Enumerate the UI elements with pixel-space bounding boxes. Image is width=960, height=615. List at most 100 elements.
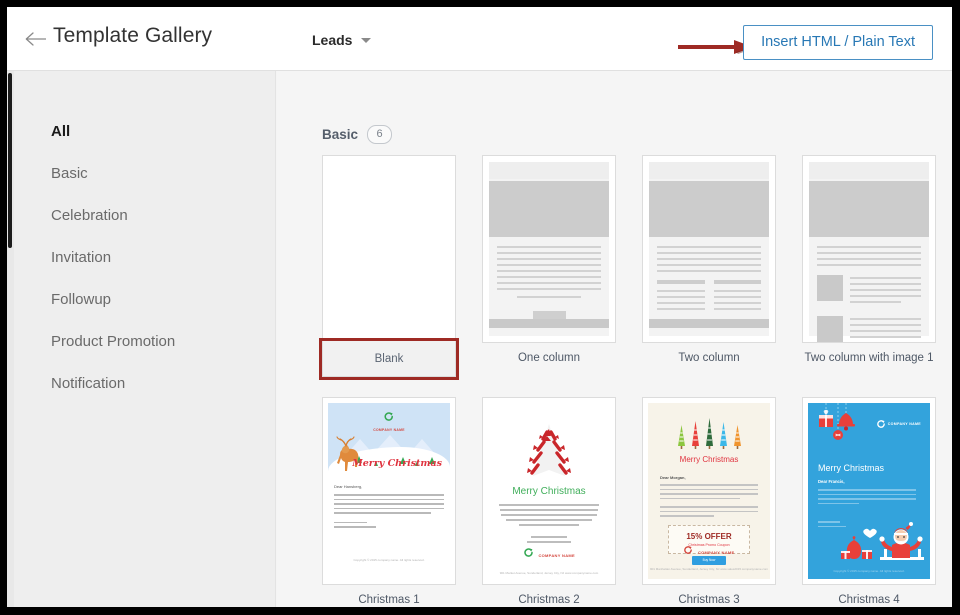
- hanging-ornaments-icon: [816, 403, 876, 453]
- christmas1-sky-scene: COMPANY NAME: [328, 403, 450, 473]
- template-thumbnail-christmas-1[interactable]: COMPANY NAME: [322, 397, 456, 585]
- wireframe-one-column: [489, 162, 609, 336]
- company-name-label: COMPANY NAME: [538, 553, 575, 558]
- template-card-blank[interactable]: Blank: [322, 155, 456, 377]
- sidebar-scrollbar-thumb[interactable]: [8, 73, 12, 248]
- template-row: Blank: [322, 155, 952, 377]
- wireframe-two-column-image: [809, 162, 929, 336]
- sidebar-item-celebration[interactable]: Celebration: [51, 207, 275, 224]
- tree-row: [648, 417, 770, 450]
- wireframe-columns: [657, 280, 761, 314]
- company-name-label: COMPANY NAME: [698, 550, 735, 555]
- logo-mark-icon: [876, 419, 886, 429]
- sidebar-item-invitation[interactable]: Invitation: [51, 249, 275, 266]
- company-logo: COMPANY NAME: [373, 409, 405, 432]
- category-list: All Basic Celebration Invitation Followu…: [51, 123, 275, 417]
- template-gallery-content: Basic 6 Blank: [277, 71, 952, 607]
- wireframe-image-row: [817, 275, 921, 307]
- chevron-down-icon: [361, 38, 371, 43]
- template-label: Christmas 4: [802, 594, 936, 606]
- wireframe-header-band: [809, 162, 929, 179]
- insert-html-plain-text-button[interactable]: Insert HTML / Plain Text: [743, 25, 933, 60]
- template-card-christmas-4[interactable]: COMPANY NAME Merry Christmas Dear Franci…: [802, 397, 936, 606]
- wireframe-text-block: [809, 237, 929, 343]
- tree-icon: [677, 424, 686, 450]
- sidebar-item-all[interactable]: All: [51, 123, 275, 140]
- wireframe-text-block: [489, 237, 609, 321]
- screenshot-frame: Template Gallery Leads Insert HTML / Pla…: [0, 0, 960, 615]
- template-label: Christmas 1: [322, 594, 456, 606]
- wireframe-image-row: [817, 316, 921, 343]
- template-card-christmas-2[interactable]: Merry Christmas: [482, 397, 616, 606]
- tree-icon: [719, 421, 728, 450]
- wireframe-header-band: [489, 162, 609, 179]
- merry-christmas-text: Merry Christmas: [483, 486, 615, 497]
- template-card-christmas-1[interactable]: COMPANY NAME: [322, 397, 456, 606]
- template-thumbnail-two-column[interactable]: [642, 155, 776, 343]
- module-selector-label: Leads: [312, 32, 352, 48]
- wireframe-hero-image: [809, 181, 929, 237]
- logo-mark-icon: [683, 545, 693, 555]
- logo-mark-icon: [383, 411, 394, 422]
- greeting-text: Dear Morgan,: [660, 475, 758, 480]
- tree-icon: [691, 420, 700, 450]
- template-thumbnail-one-column[interactable]: [482, 155, 616, 343]
- template-label: Christmas 2: [482, 594, 616, 606]
- merry-christmas-text: Merry Christmas: [352, 458, 442, 469]
- template-card-two-column[interactable]: Two column: [642, 155, 776, 377]
- wireframe-header-band: [649, 162, 769, 179]
- address-text: 901 Manhattan Avenue, Sunderland, Jersey…: [648, 567, 770, 572]
- greeting-text: Dear Hansberg,: [334, 484, 444, 489]
- christmas3-body: Dear Morgan,: [660, 475, 758, 520]
- wireframe-text-block: [649, 237, 769, 314]
- template-card-one-column[interactable]: One column: [482, 155, 616, 377]
- wireframe-two-column: [649, 162, 769, 336]
- merry-christmas-text: Merry Christmas: [818, 463, 884, 473]
- group-count-badge: 6: [367, 125, 392, 144]
- company-logo: COMPANY NAME: [483, 544, 615, 562]
- template-card-two-column-with-image[interactable]: Two column with image 1: [802, 155, 936, 377]
- app-window: Template Gallery Leads Insert HTML / Pla…: [7, 7, 952, 607]
- wireframe-hero-image: [649, 181, 769, 237]
- sidebar-item-notification[interactable]: Notification: [51, 375, 275, 392]
- template-label: Two column with image 1: [802, 352, 936, 364]
- christmas-tree-icon: [517, 420, 581, 480]
- greeting-text: Dear Francis,: [818, 479, 845, 484]
- christmas3-background: Merry Christmas Dear Morgan, 15% OFFER: [648, 403, 770, 579]
- wireframe-image-text: [850, 316, 921, 343]
- logo-mark-icon: [523, 547, 534, 558]
- sidebar-item-basic[interactable]: Basic: [51, 165, 275, 182]
- sidebar-item-followup[interactable]: Followup: [51, 291, 275, 308]
- company-name-label: COMPANY NAME: [888, 422, 921, 426]
- group-title: Basic: [322, 127, 358, 142]
- template-label: Two column: [642, 352, 776, 364]
- wireframe-footer-band: [649, 319, 769, 328]
- footer-text: Copyright © 2015 company name. All right…: [323, 558, 455, 562]
- template-row: COMPANY NAME: [322, 397, 952, 606]
- tree-icon: [705, 417, 714, 450]
- wireframe-thumbnail-image: [817, 275, 843, 301]
- template-thumbnail-two-column-with-image[interactable]: [802, 155, 936, 343]
- template-thumbnail-christmas-2[interactable]: Merry Christmas: [482, 397, 616, 585]
- sidebar-scrollbar[interactable]: [7, 71, 14, 607]
- app-header: Template Gallery Leads Insert HTML / Pla…: [7, 7, 952, 71]
- sidebar-item-product-promotion[interactable]: Product Promotion: [51, 333, 275, 350]
- back-arrow-icon[interactable]: [25, 31, 47, 47]
- wireframe-thumbnail-image: [817, 316, 843, 342]
- module-selector[interactable]: Leads: [312, 32, 371, 48]
- template-grid: Blank: [322, 155, 952, 606]
- template-card-christmas-3[interactable]: Merry Christmas Dear Morgan, 15% OFFER: [642, 397, 776, 606]
- wireframe-column-left: [657, 280, 705, 314]
- template-label: Christmas 3: [642, 594, 776, 606]
- offer-text: 15% OFFER: [669, 532, 749, 541]
- template-thumbnail-christmas-4[interactable]: COMPANY NAME Merry Christmas Dear Franci…: [802, 397, 936, 585]
- wireframe-footer-band: [489, 319, 609, 328]
- company-logo: COMPANY NAME: [648, 541, 770, 559]
- address-text: 901 Market Avenue, Sunderland, Jersey Ci…: [483, 571, 615, 576]
- company-name-label: COMPANY NAME: [373, 428, 405, 432]
- template-thumbnail-blank[interactable]: [322, 155, 456, 341]
- template-thumbnail-christmas-3[interactable]: Merry Christmas Dear Morgan, 15% OFFER: [642, 397, 776, 585]
- christmas4-background: COMPANY NAME Merry Christmas Dear Franci…: [808, 403, 930, 579]
- wireframe-column-right: [714, 280, 762, 314]
- footer-text: Copyright © 2015 company name. All right…: [808, 569, 930, 573]
